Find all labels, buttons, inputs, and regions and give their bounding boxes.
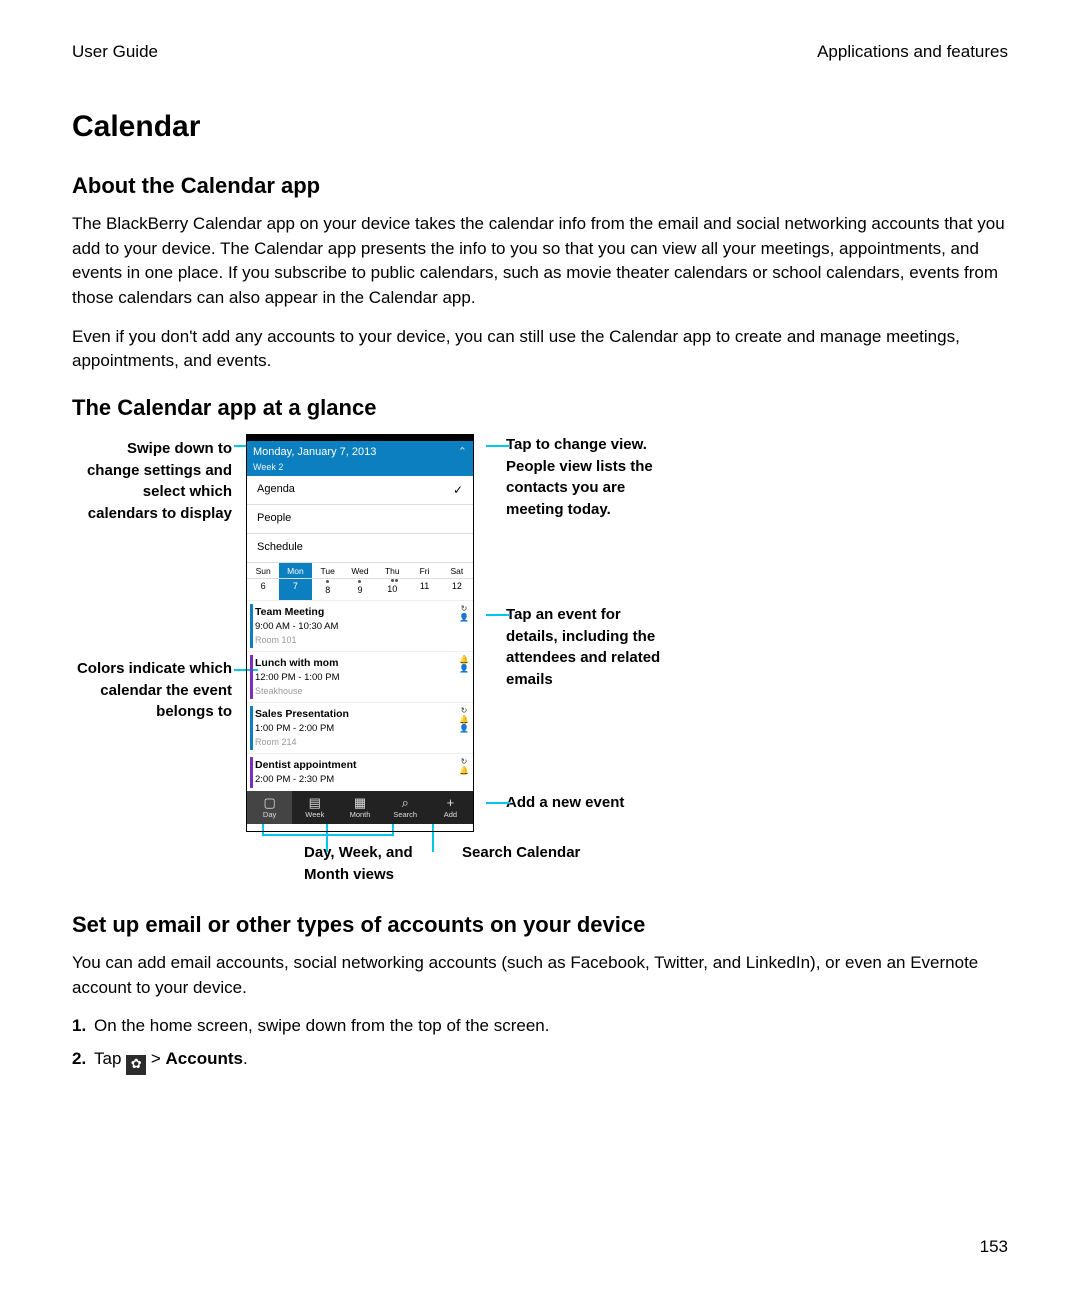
- event-2[interactable]: Sales Presentation 1:00 PM - 2:00 PM Roo…: [247, 702, 473, 753]
- event-icons: ↻👤: [459, 604, 469, 622]
- event-icons: ↻🔔👤: [459, 706, 469, 733]
- page-number: 153: [980, 1235, 1008, 1260]
- wd-sat[interactable]: Sat: [441, 563, 473, 578]
- event-0[interactable]: Team Meeting 9:00 AM - 10:30 AM Room 101…: [247, 600, 473, 651]
- phone-mock: Monday, January 7, 2013 Week 2 ⌃ Agenda …: [246, 434, 474, 832]
- step-text: >: [151, 1049, 166, 1068]
- btn-label: Search: [393, 810, 417, 819]
- callout-event: Tap an event for details, including the …: [506, 604, 676, 714]
- event-color-bar: [250, 706, 253, 750]
- phone-datebar[interactable]: Monday, January 7, 2013 Week 2 ⌃: [247, 441, 473, 476]
- event-loc: Room 214: [255, 736, 467, 749]
- btn-label: Week: [305, 810, 324, 819]
- event-color-bar: [250, 757, 253, 788]
- btn-add[interactable]: +Add: [428, 791, 473, 824]
- btn-label: Add: [444, 810, 457, 819]
- step-text: On the home screen, swipe down from the …: [94, 1016, 549, 1035]
- step-2: 2. Tap ✿ > Accounts.: [72, 1047, 1008, 1074]
- btn-week[interactable]: ▤Week: [292, 791, 337, 824]
- event-3[interactable]: Dentist appointment 2:00 PM - 2:30 PM ↻🔔: [247, 753, 473, 791]
- wn-0[interactable]: 6: [247, 579, 279, 600]
- phone-bottombar: ▢Day ▤Week ▦Month ⌕Search +Add: [247, 791, 473, 824]
- btn-day[interactable]: ▢Day: [247, 791, 292, 824]
- event-color-bar: [250, 604, 253, 648]
- about-p1: The BlackBerry Calendar app on your devi…: [72, 212, 1008, 311]
- weekday-row: Sun Mon Tue Wed Thu Fri Sat: [247, 563, 473, 579]
- week-icon: ▤: [292, 795, 337, 810]
- setup-p1: You can add email accounts, social netwo…: [72, 951, 1008, 1000]
- weeknum-row: 6 7 8 9 10 11 12: [247, 579, 473, 600]
- event-1[interactable]: Lunch with mom 12:00 PM - 1:00 PM Steakh…: [247, 651, 473, 702]
- wd-mon[interactable]: Mon: [279, 563, 311, 578]
- event-title: Lunch with mom: [255, 656, 467, 671]
- event-time: 2:00 PM - 2:30 PM: [255, 773, 467, 787]
- wn-3[interactable]: 9: [344, 579, 376, 600]
- chevron-up-icon[interactable]: ⌃: [458, 445, 467, 461]
- menu-people[interactable]: People: [247, 505, 473, 534]
- event-title: Sales Presentation: [255, 707, 467, 722]
- day-icon: ▢: [247, 795, 292, 810]
- wd-tue[interactable]: Tue: [312, 563, 344, 578]
- btn-label: Day: [263, 810, 276, 819]
- menu-schedule[interactable]: Schedule: [247, 534, 473, 563]
- event-loc: Steakhouse: [255, 685, 467, 698]
- figure: Swipe down to change settings and select…: [72, 434, 1008, 832]
- plus-icon: +: [428, 795, 473, 810]
- search-icon: ⌕: [383, 795, 428, 810]
- about-heading: About the Calendar app: [72, 170, 1008, 202]
- gear-icon: ✿: [126, 1055, 146, 1075]
- step-1: 1.On the home screen, swipe down from th…: [72, 1014, 1008, 1039]
- callout-views: Day, Week, and Month views: [304, 842, 424, 886]
- wn-6[interactable]: 12: [441, 579, 473, 600]
- event-time: 12:00 PM - 1:00 PM: [255, 671, 467, 685]
- wd-wed[interactable]: Wed: [344, 563, 376, 578]
- event-icons: 🔔👤: [459, 655, 469, 673]
- wn-1[interactable]: 7: [279, 579, 311, 600]
- phone-week: Week 2: [253, 461, 467, 474]
- setup-heading: Set up email or other types of accounts …: [72, 909, 1008, 941]
- event-time: 1:00 PM - 2:00 PM: [255, 722, 467, 736]
- wn-5[interactable]: 11: [408, 579, 440, 600]
- phone-date: Monday, January 7, 2013: [253, 445, 467, 461]
- callout-search: Search Calendar: [462, 842, 582, 886]
- event-icons: ↻🔔: [459, 757, 469, 775]
- event-title: Dentist appointment: [255, 758, 467, 773]
- event-time: 9:00 AM - 10:30 AM: [255, 620, 467, 634]
- wn-2[interactable]: 8: [312, 579, 344, 600]
- step-text: .: [243, 1049, 248, 1068]
- header-right: Applications and features: [817, 40, 1008, 65]
- callout-view: Tap to change view. People view lists th…: [506, 434, 676, 564]
- btn-label: Month: [350, 810, 371, 819]
- menu-agenda[interactable]: Agenda: [247, 476, 473, 505]
- wd-fri[interactable]: Fri: [408, 563, 440, 578]
- wd-sun[interactable]: Sun: [247, 563, 279, 578]
- wn-4[interactable]: 10: [376, 579, 408, 600]
- callout-add: Add a new event: [506, 792, 676, 832]
- callout-swipe: Swipe down to change settings and select…: [72, 438, 232, 558]
- accounts-label: Accounts: [166, 1049, 243, 1068]
- event-loc: Room 101: [255, 634, 467, 647]
- event-title: Team Meeting: [255, 605, 467, 620]
- step-text: Tap: [94, 1049, 126, 1068]
- month-icon: ▦: [337, 795, 382, 810]
- header-left: User Guide: [72, 40, 158, 65]
- btn-month[interactable]: ▦Month: [337, 791, 382, 824]
- wd-thu[interactable]: Thu: [376, 563, 408, 578]
- event-color-bar: [250, 655, 253, 699]
- page-title: Calendar: [72, 105, 1008, 149]
- about-p2: Even if you don't add any accounts to yo…: [72, 325, 1008, 374]
- callout-colors: Colors indicate which calendar the event…: [72, 658, 232, 748]
- glance-heading: The Calendar app at a glance: [72, 392, 1008, 424]
- btn-search[interactable]: ⌕Search: [383, 791, 428, 824]
